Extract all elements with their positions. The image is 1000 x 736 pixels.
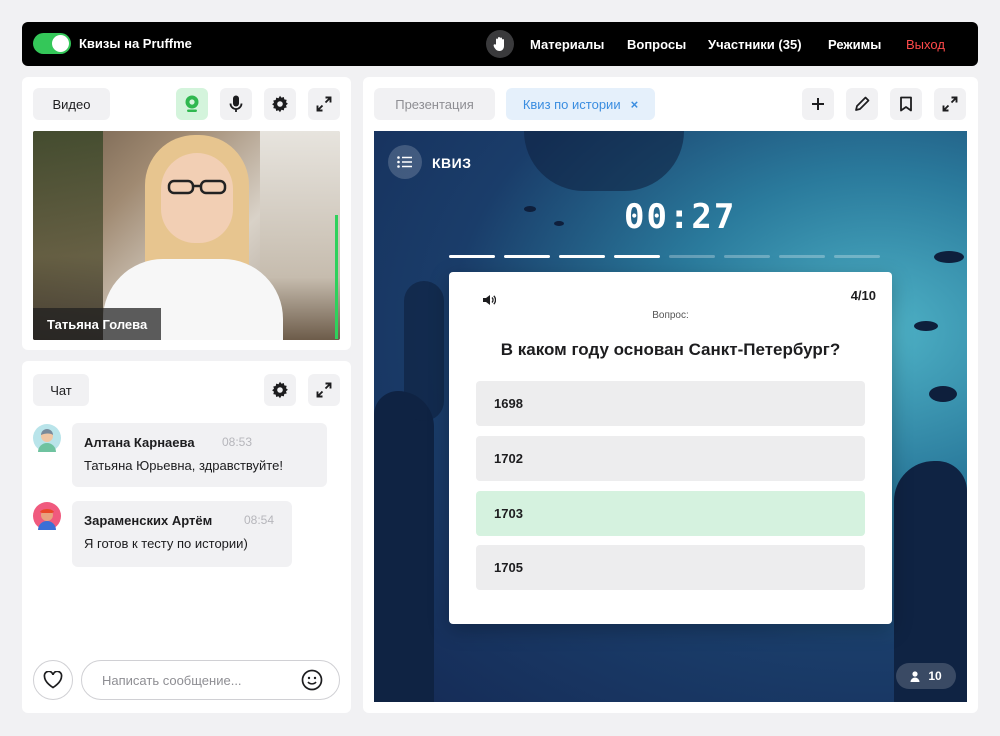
answer-option[interactable]: 1702 [476, 436, 865, 481]
quiz-toggle[interactable] [33, 33, 71, 54]
participants-badge: 10 [896, 663, 956, 689]
tab-presentation[interactable]: Презентация [374, 88, 495, 120]
user-avatar-icon [38, 509, 56, 530]
microphone-icon [229, 95, 243, 112]
tab-quiz[interactable]: Квиз по истории × [506, 88, 655, 120]
chat-label: Чат [33, 374, 89, 406]
question-caption: Вопрос: [652, 310, 689, 321]
fish [934, 251, 964, 263]
quiz-menu-button[interactable] [388, 145, 422, 179]
speaker-icon[interactable] [482, 294, 496, 306]
presentation-panel: Презентация Квиз по истории × КВИЗ 00:27 [363, 77, 978, 713]
chat-message: Алтана Карнаева 08:53 Татьяна Юрьевна, з… [72, 423, 327, 487]
nav-questions[interactable]: Вопросы [627, 37, 686, 52]
gear-icon [272, 95, 288, 113]
draw-button[interactable] [846, 88, 878, 120]
like-button[interactable] [33, 660, 73, 700]
webcam-icon [185, 95, 199, 112]
camera-button[interactable] [176, 88, 208, 120]
expand-icon [316, 382, 332, 398]
video-feed: Татьяна Голева [33, 131, 340, 340]
chat-panel: Чат Алтана Карнаева 08:53 Татьяна Юрьевн… [22, 361, 351, 713]
answer-option[interactable]: 1705 [476, 545, 865, 590]
progress-segment [449, 255, 495, 258]
avatar[interactable] [33, 424, 61, 452]
user-icon [910, 670, 920, 682]
question-counter: 4/10 [850, 288, 876, 303]
video-panel: Видео Татьяна Голева [22, 77, 351, 350]
participants-count: 10 [928, 669, 942, 683]
quiz-timer: 00:27 [624, 197, 737, 237]
speaker-glasses [167, 179, 227, 195]
message-author: Зараменских Артём [84, 513, 213, 528]
fish [554, 221, 564, 226]
bookmark-icon [900, 96, 912, 112]
video-label: Видео [33, 88, 110, 120]
reef-left [374, 391, 434, 702]
user-avatar-icon [38, 429, 56, 452]
reef-top [524, 131, 684, 191]
message-time: 08:53 [222, 435, 253, 449]
progress-segment [669, 255, 715, 258]
expand-icon [942, 96, 958, 112]
add-button[interactable] [802, 88, 834, 120]
hand-icon [493, 37, 504, 51]
emoji-icon[interactable] [301, 669, 323, 691]
pencil-icon [855, 96, 870, 111]
audio-level-bar [335, 215, 338, 339]
toggle-knob [52, 35, 69, 52]
exit-button[interactable]: Выход [906, 37, 945, 52]
chat-expand-button[interactable] [308, 374, 340, 406]
progress-segment [614, 255, 660, 258]
bookmark-button[interactable] [890, 88, 922, 120]
seaweed-left [404, 281, 444, 421]
progress-segment [504, 255, 550, 258]
progress-segment [779, 255, 825, 258]
app-title: Квизы на Pruffme [79, 36, 192, 51]
tab-close-icon[interactable]: × [631, 97, 639, 112]
gear-icon [272, 381, 288, 399]
chat-settings-button[interactable] [264, 374, 296, 406]
top-bar: Квизы на Pruffme Материалы Вопросы Участ… [22, 22, 978, 66]
quiz-label: КВИЗ [432, 155, 472, 171]
progress-segment [559, 255, 605, 258]
question-card: 4/10 Вопрос: В каком году основан Санкт-… [449, 272, 892, 624]
nav-participants[interactable]: Участники (35) [708, 37, 802, 52]
heart-icon [43, 671, 63, 689]
message-author: Алтана Карнаева [84, 435, 195, 450]
video-settings-button[interactable] [264, 88, 296, 120]
message-text: Татьяна Юрьевна, здравствуйте! [84, 458, 283, 473]
raise-hand-button[interactable] [486, 30, 514, 58]
quiz-stage: КВИЗ 00:27 4/10 Вопрос: В каком году осн… [374, 131, 967, 702]
fullscreen-button[interactable] [934, 88, 966, 120]
answer-option[interactable]: 1698 [476, 381, 865, 426]
progress-segment [834, 255, 880, 258]
fish [929, 386, 957, 402]
expand-icon [316, 96, 332, 112]
message-text: Я готов к тесту по истории) [84, 536, 248, 551]
question-text: В каком году основан Санкт-Петербург? [500, 340, 841, 359]
list-icon [397, 156, 412, 168]
chat-message: Зараменских Артём 08:54 Я готов к тесту … [72, 501, 292, 567]
speaker-face [161, 153, 233, 243]
answer-option-correct[interactable]: 1703 [476, 491, 865, 536]
plus-icon [812, 98, 824, 110]
progress-segment [724, 255, 770, 258]
message-time: 08:54 [244, 513, 275, 527]
video-expand-button[interactable] [308, 88, 340, 120]
nav-modes[interactable]: Режимы [828, 37, 881, 52]
speaker-name-tag: Татьяна Голева [33, 308, 162, 340]
avatar[interactable] [33, 502, 61, 530]
tab-quiz-label: Квиз по истории [522, 96, 621, 112]
fish [914, 321, 938, 331]
fish [524, 206, 536, 212]
microphone-button[interactable] [220, 88, 252, 120]
nav-materials[interactable]: Материалы [530, 37, 604, 52]
